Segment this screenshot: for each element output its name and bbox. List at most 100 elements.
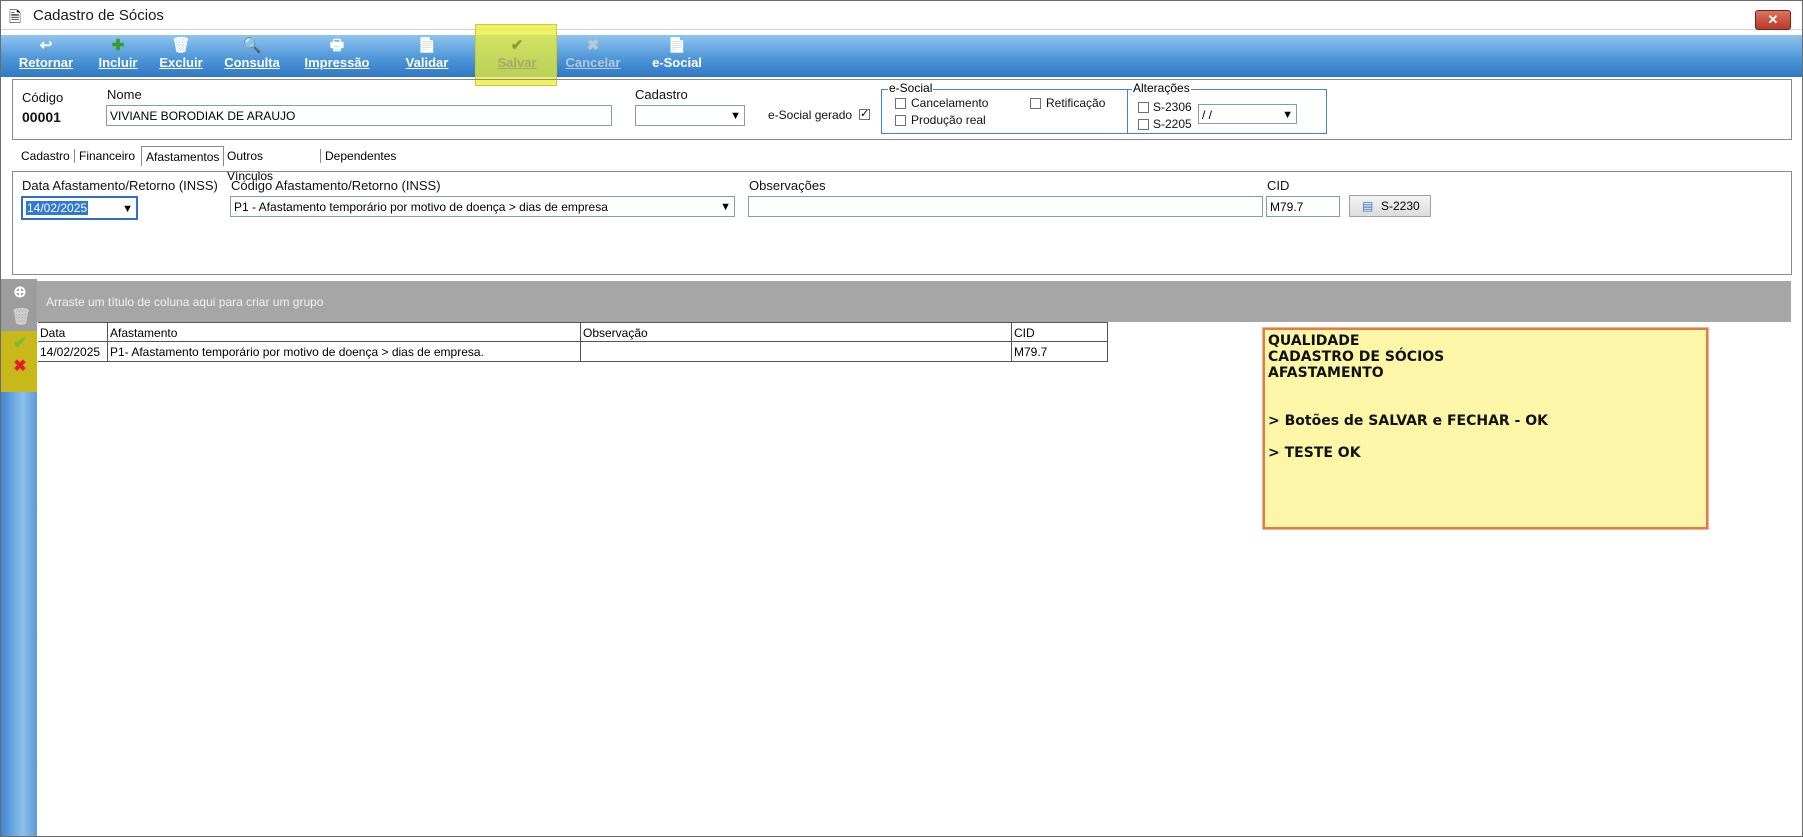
title-bar: 🗎 Cadastro de Sócios ✕ xyxy=(1,1,1802,30)
column-header-observacao[interactable]: Observação xyxy=(581,322,1012,342)
alteracoes-groupbox: Alterações S-2306 S-2205 / / ▼ xyxy=(1127,81,1327,134)
cancelar-button[interactable]: ✖ Cancelar xyxy=(561,35,625,77)
window-icon: 🗎 xyxy=(9,9,22,26)
table-cell-cid[interactable]: M79.7 xyxy=(1012,342,1108,362)
column-header-data[interactable]: Data xyxy=(38,322,108,342)
printer-icon: 🖶 xyxy=(329,37,345,54)
esocial-label: e-Social xyxy=(652,55,702,70)
esocial-groupbox: e-Social Cancelamento Retificação Produç… xyxy=(881,81,1128,134)
afastamento-form-panel: Data Afastamento/Retorno (INSS) 14/02/20… xyxy=(12,171,1792,275)
qa-note: QUALIDADE CADASTRO DE SÓCIOS AFASTAMENTO… xyxy=(1263,328,1708,529)
note-line: QUALIDADE xyxy=(1268,333,1360,349)
codigo-afastamento-select[interactable]: P1 - Afastamento temporário por motivo d… xyxy=(230,196,735,217)
s2230-label: S-2230 xyxy=(1381,199,1420,213)
s2205-checkbox[interactable] xyxy=(1138,119,1149,130)
tab-cadastro[interactable]: Cadastro xyxy=(17,146,74,166)
retificacao-checkbox[interactable] xyxy=(1030,98,1041,109)
chevron-down-icon: ▼ xyxy=(730,110,741,122)
s2306-checkbox[interactable] xyxy=(1138,102,1149,113)
esocial-icon: 📄 xyxy=(667,37,687,54)
search-icon: 🔍 xyxy=(242,37,262,54)
salvar-label: Salvar xyxy=(497,55,537,70)
header-panel: Código 00001 Nome VIVIANE BORODIAK DE AR… xyxy=(12,79,1792,140)
close-button[interactable]: ✕ xyxy=(1755,10,1791,30)
cadastro-label: Cadastro xyxy=(635,87,688,102)
cid-input[interactable]: M79.7 xyxy=(1266,196,1340,217)
window-title: Cadastro de Sócios xyxy=(33,7,164,24)
observacoes-input[interactable] xyxy=(748,196,1263,217)
salvar-button[interactable]: ✔ Salvar xyxy=(490,35,544,77)
group-by-hint: Arraste um título de coluna aqui para cr… xyxy=(46,295,324,309)
chevron-down-icon: ▼ xyxy=(720,201,731,213)
excluir-label: Excluir xyxy=(159,55,203,70)
validar-button[interactable]: 📄 Validar xyxy=(401,35,453,77)
alteracoes-date-picker[interactable]: / / ▼ xyxy=(1198,104,1297,124)
retornar-button[interactable]: ↩ Retornar xyxy=(15,35,77,77)
note-line: > Botões de SALVAR e FECHAR - OK xyxy=(1268,413,1548,429)
note-line: CADASTRO DE SÓCIOS xyxy=(1268,349,1445,365)
tab-afastamentos[interactable]: Afastamentos xyxy=(141,146,225,166)
producao-real-label: Produção real xyxy=(911,113,986,127)
impressao-button[interactable]: 🖶 Impressão xyxy=(300,35,374,77)
incluir-button[interactable]: ✚ Incluir xyxy=(95,35,141,77)
producao-real-checkbox[interactable] xyxy=(895,115,906,126)
check-icon: ✔ xyxy=(510,37,524,54)
tab-dependentes[interactable]: Dependentes xyxy=(321,146,400,166)
retificacao-label: Retificação xyxy=(1046,96,1106,110)
s2306-label: S-2306 xyxy=(1153,100,1192,114)
note-line xyxy=(1268,429,1703,445)
group-by-bar[interactable]: Arraste um título de coluna aqui para cr… xyxy=(37,281,1791,322)
add-row-icon[interactable]: ⊕ xyxy=(11,284,29,302)
note-line: > TESTE OK xyxy=(1268,445,1361,461)
impressao-label: Impressão xyxy=(304,55,370,70)
document-icon: 📄 xyxy=(417,37,437,54)
chevron-down-icon: ▼ xyxy=(1282,109,1293,121)
column-header-cid[interactable]: CID xyxy=(1012,322,1108,342)
esocial-gerado-checkbox[interactable]: ✓ xyxy=(859,109,870,120)
alteracoes-group-legend: Alterações xyxy=(1132,81,1191,95)
note-line xyxy=(1268,381,1703,397)
table-cell-observacao[interactable] xyxy=(581,342,1012,362)
cid-label: CID xyxy=(1267,178,1290,193)
data-afastamento-value: 14/02/2025 xyxy=(26,201,89,215)
data-afastamento-label: Data Afastamento/Retorno (INSS) xyxy=(22,178,218,193)
close-icon: ✖ xyxy=(586,37,600,54)
esocial-button[interactable]: 📄 e-Social xyxy=(647,35,707,77)
alteracoes-date-value: / / xyxy=(1202,108,1213,122)
cancelamento-checkbox[interactable] xyxy=(895,98,906,109)
grid-actions: ⊕ 🗑 ✔ ✖ xyxy=(1,279,37,392)
note-line: AFASTAMENTO xyxy=(1268,365,1384,381)
consulta-button[interactable]: 🔍 Consulta xyxy=(223,35,281,77)
data-afastamento-input[interactable]: 14/02/2025 ▼ xyxy=(21,196,138,220)
incluir-label: Incluir xyxy=(98,55,138,70)
s2205-label: S-2205 xyxy=(1153,117,1192,131)
codigo-label: Código xyxy=(22,90,64,105)
validar-label: Validar xyxy=(405,55,449,70)
codigo-value: 00001 xyxy=(22,109,61,125)
cadastro-select[interactable]: ▼ xyxy=(635,105,745,126)
nome-label: Nome xyxy=(107,87,142,102)
note-line xyxy=(1268,397,1703,413)
codigo-afastamento-label: Código Afastamento/Retorno (INSS) xyxy=(231,178,441,193)
return-icon: ↩ xyxy=(39,37,53,54)
excluir-button[interactable]: 🗑 Excluir xyxy=(157,35,205,77)
close-icon[interactable]: ✖ xyxy=(11,358,29,376)
tab-outros-vinculos[interactable]: Outros Vínculos xyxy=(223,146,277,183)
toolbar: ↩ Retornar ✚ Incluir 🗑 Excluir 🔍 Consult… xyxy=(1,35,1802,77)
delete-row-icon[interactable]: 🗑 xyxy=(11,309,31,327)
chevron-down-icon: ▼ xyxy=(122,203,133,215)
consulta-label: Consulta xyxy=(224,55,280,70)
table-cell-afastamento[interactable]: P1- Afastamento temporário por motivo de… xyxy=(108,342,581,362)
main-window: 🗎 Cadastro de Sócios ✕ ↩ Retornar ✚ Incl… xyxy=(0,0,1803,837)
table-cell-data[interactable]: 14/02/2025 xyxy=(38,342,108,362)
esocial-group-legend: e-Social xyxy=(888,81,934,95)
s2230-button[interactable]: ▤ S-2230 xyxy=(1349,195,1431,217)
check-icon[interactable]: ✔ xyxy=(11,335,29,353)
trash-icon: 🗑 xyxy=(171,37,191,54)
tab-financeiro[interactable]: Financeiro xyxy=(75,146,139,166)
column-header-afastamento[interactable]: Afastamento xyxy=(108,322,581,342)
nome-input[interactable]: VIVIANE BORODIAK DE ARAUJO xyxy=(106,105,612,126)
plus-icon: ✚ xyxy=(111,37,125,54)
esocial-gerado-label: e-Social gerado xyxy=(768,108,853,122)
codigo-afastamento-value: P1 - Afastamento temporário por motivo d… xyxy=(234,200,608,214)
